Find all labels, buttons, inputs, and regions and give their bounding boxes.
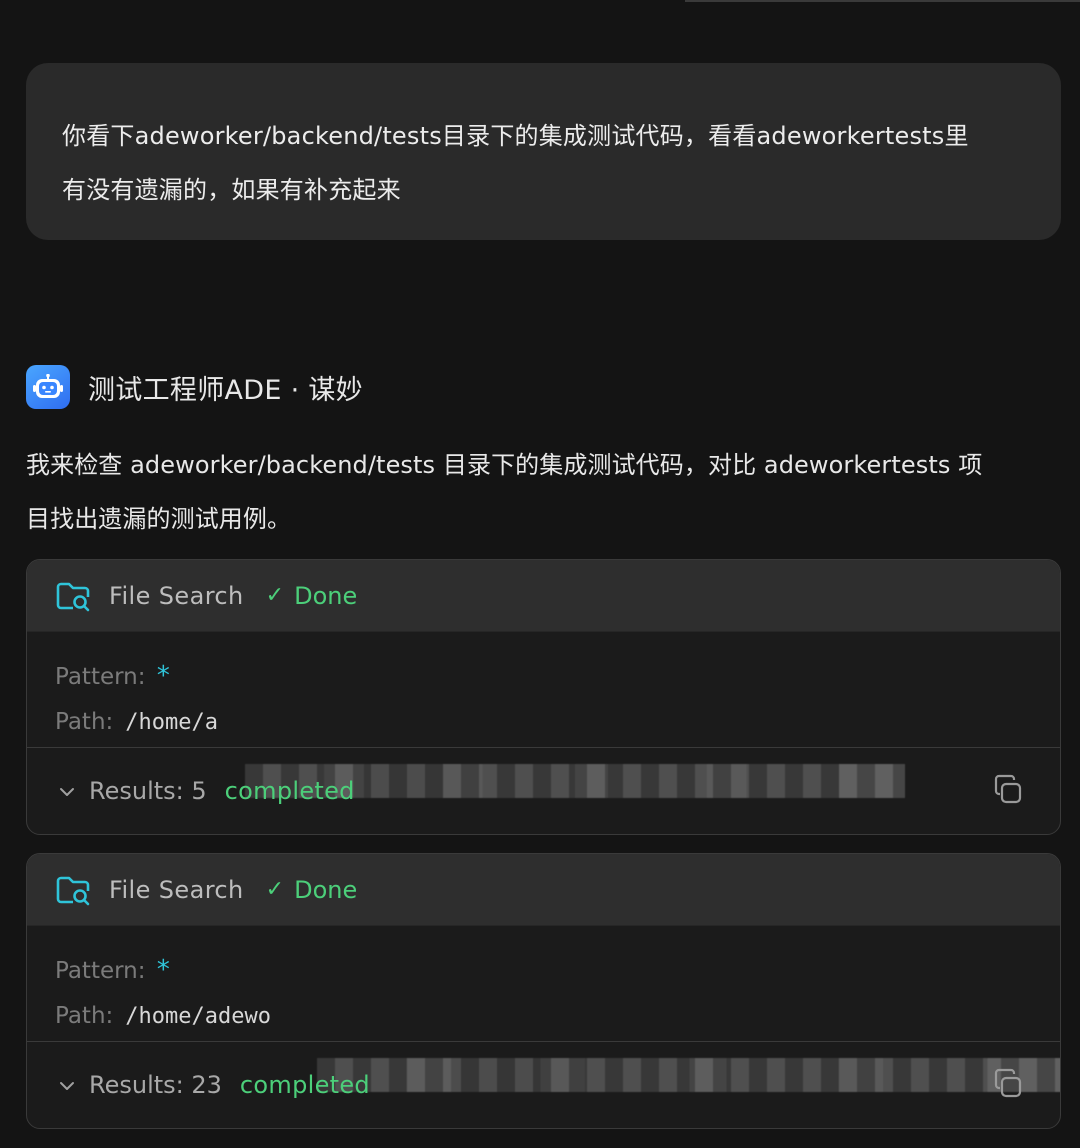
status-badge: ✓ Done (266, 876, 358, 904)
copy-icon[interactable] (992, 1068, 1024, 1100)
tool-call-card: File Search ✓ Done Pattern: * Path: /home/… (26, 853, 1061, 1129)
chevron-down-icon[interactable] (59, 1075, 75, 1096)
check-icon: ✓ (265, 583, 285, 608)
folder-search-icon (56, 876, 90, 905)
user-message-line: 有没有遗漏的，如果有补充起来 (62, 176, 401, 204)
tool-call-footer: Results: 5 completed (27, 748, 1060, 834)
folder-search-icon (56, 582, 90, 611)
pattern-label: Pattern: (55, 664, 146, 690)
pattern-value: * (155, 955, 172, 985)
agent-message-line: 我来检查 adeworker/backend/tests 目录下的集成测试代码，… (26, 451, 983, 479)
agent-message: 我来检查 adeworker/backend/tests 目录下的集成测试代码，… (26, 438, 1056, 546)
tool-call-header: File Search ✓ Done (27, 560, 1060, 632)
tool-call-params: Pattern: * Path: /home/a (27, 632, 1060, 798)
tool-call-params: Pattern: * Path: /home/adewo (27, 926, 1060, 1092)
status-badge: ✓ Done (266, 582, 358, 610)
agent-message-line: 目找出遗漏的测试用例。 (26, 505, 292, 533)
results-status: completed (224, 777, 355, 805)
tool-name: File Search (109, 875, 244, 904)
user-message-bubble: 你看下adeworker/backend/tests目录下的集成测试代码，看看a… (26, 63, 1061, 240)
results-count[interactable]: Results: 23 (89, 1071, 222, 1099)
path-row: Path: /home/a (55, 700, 1060, 745)
copy-icon[interactable] (992, 774, 1024, 806)
check-icon: ✓ (265, 877, 285, 902)
tool-name: File Search (109, 581, 244, 610)
results-count[interactable]: Results: 5 (89, 777, 207, 805)
path-label: Path: (55, 1003, 114, 1029)
pattern-label: Pattern: (55, 958, 146, 984)
agent-header: 测试工程师ADE · 谋妙 (26, 364, 363, 410)
path-row: Path: /home/adewo (55, 994, 1060, 1039)
pattern-value: * (155, 661, 172, 691)
pattern-row: Pattern: * (55, 948, 1060, 994)
path-label: Path: (55, 709, 114, 735)
agent-name: 测试工程师ADE · 谋妙 (88, 374, 363, 406)
status-text: Done (294, 875, 358, 904)
path-value: /home/a (125, 710, 218, 735)
tool-call-header: File Search ✓ Done (27, 854, 1060, 926)
robot-icon (26, 365, 70, 409)
tool-call-footer: Results: 23 completed (27, 1042, 1060, 1128)
chevron-down-icon[interactable] (59, 781, 75, 802)
tool-call-card: File Search ✓ Done Pattern: * Path: /home/… (26, 559, 1061, 835)
results-status: completed (239, 1071, 370, 1099)
path-value: /home/adewo (125, 1004, 271, 1029)
pattern-row: Pattern: * (55, 654, 1060, 700)
top-divider (685, 0, 1080, 2)
status-text: Done (294, 581, 358, 610)
user-message-line: 你看下adeworker/backend/tests目录下的集成测试代码，看看a… (62, 122, 969, 150)
